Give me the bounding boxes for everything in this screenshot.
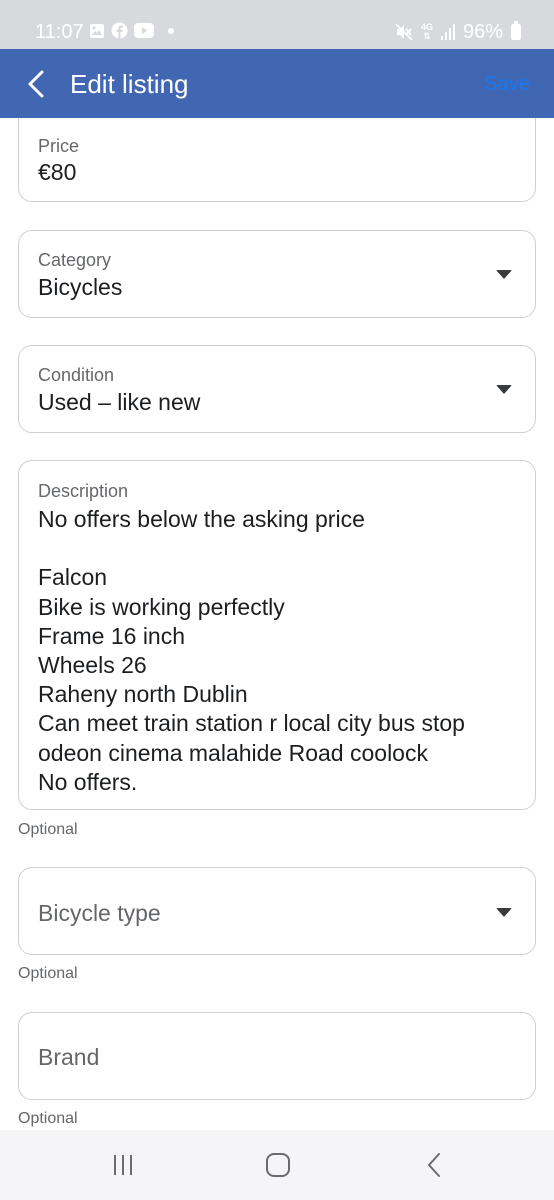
system-back-button[interactable] — [414, 1148, 454, 1182]
brand-placeholder: Brand — [38, 1044, 100, 1070]
save-button[interactable]: Save — [484, 72, 530, 96]
description-label: Description — [38, 481, 129, 501]
network-type: 4G ⇅ — [421, 23, 433, 41]
bicycle-type-placeholder: Bicycle type — [38, 900, 161, 926]
app-header: Edit listing Save — [0, 49, 554, 118]
category-dropdown[interactable]: Category Bicycles — [18, 230, 536, 318]
bicycle-type-dropdown[interactable]: Bicycle type — [18, 867, 536, 955]
home-button[interactable] — [258, 1148, 298, 1182]
brand-helper: Optional — [18, 1110, 78, 1127]
chevron-left-icon — [28, 70, 44, 98]
battery-percent: 96% — [462, 21, 503, 43]
status-bar: 11:07 4G ⇅ 96% — [0, 0, 554, 49]
edit-listing-form: Price €80 Category Bicycles Condition Us… — [0, 118, 554, 1130]
category-label: Category — [38, 250, 112, 270]
back-button[interactable] — [18, 67, 54, 101]
category-value: Bicycles — [38, 274, 123, 300]
condition-label: Condition — [38, 365, 115, 385]
description-value: No offers below the asking price Falcon … — [38, 506, 465, 795]
chevron-down-icon — [496, 385, 512, 394]
description-helper: Optional — [18, 821, 78, 838]
home-icon — [266, 1153, 290, 1177]
recent-apps-button[interactable] — [103, 1148, 143, 1182]
brand-input[interactable]: Brand — [18, 1012, 536, 1100]
status-time: 11:07 — [35, 21, 84, 43]
bicycle-type-helper: Optional — [18, 965, 78, 982]
data-arrows-icon: ⇅ — [423, 31, 431, 41]
description-textarea[interactable]: Description No offers below the asking p… — [18, 460, 536, 810]
youtube-icon — [134, 23, 154, 38]
back-icon — [428, 1153, 440, 1177]
chevron-down-icon — [496, 270, 512, 279]
price-label: Price — [38, 136, 80, 156]
condition-dropdown[interactable]: Condition Used – like new — [18, 345, 536, 433]
mute-icon — [395, 23, 413, 41]
battery-icon — [511, 21, 521, 40]
price-field[interactable]: Price €80 — [18, 118, 536, 202]
facebook-icon — [111, 22, 128, 39]
recent-apps-icon — [114, 1155, 132, 1175]
status-system-icons: 4G ⇅ 96% — [395, 20, 521, 44]
status-notification-icons — [89, 22, 174, 39]
gallery-icon — [90, 23, 104, 38]
signal-icon — [440, 24, 455, 40]
condition-value: Used – like new — [38, 389, 201, 415]
system-nav-bar — [0, 1130, 554, 1200]
chevron-down-icon — [496, 908, 512, 917]
page-title: Edit listing — [70, 69, 189, 99]
notification-dot — [168, 27, 174, 34]
price-value: €80 — [38, 159, 77, 185]
